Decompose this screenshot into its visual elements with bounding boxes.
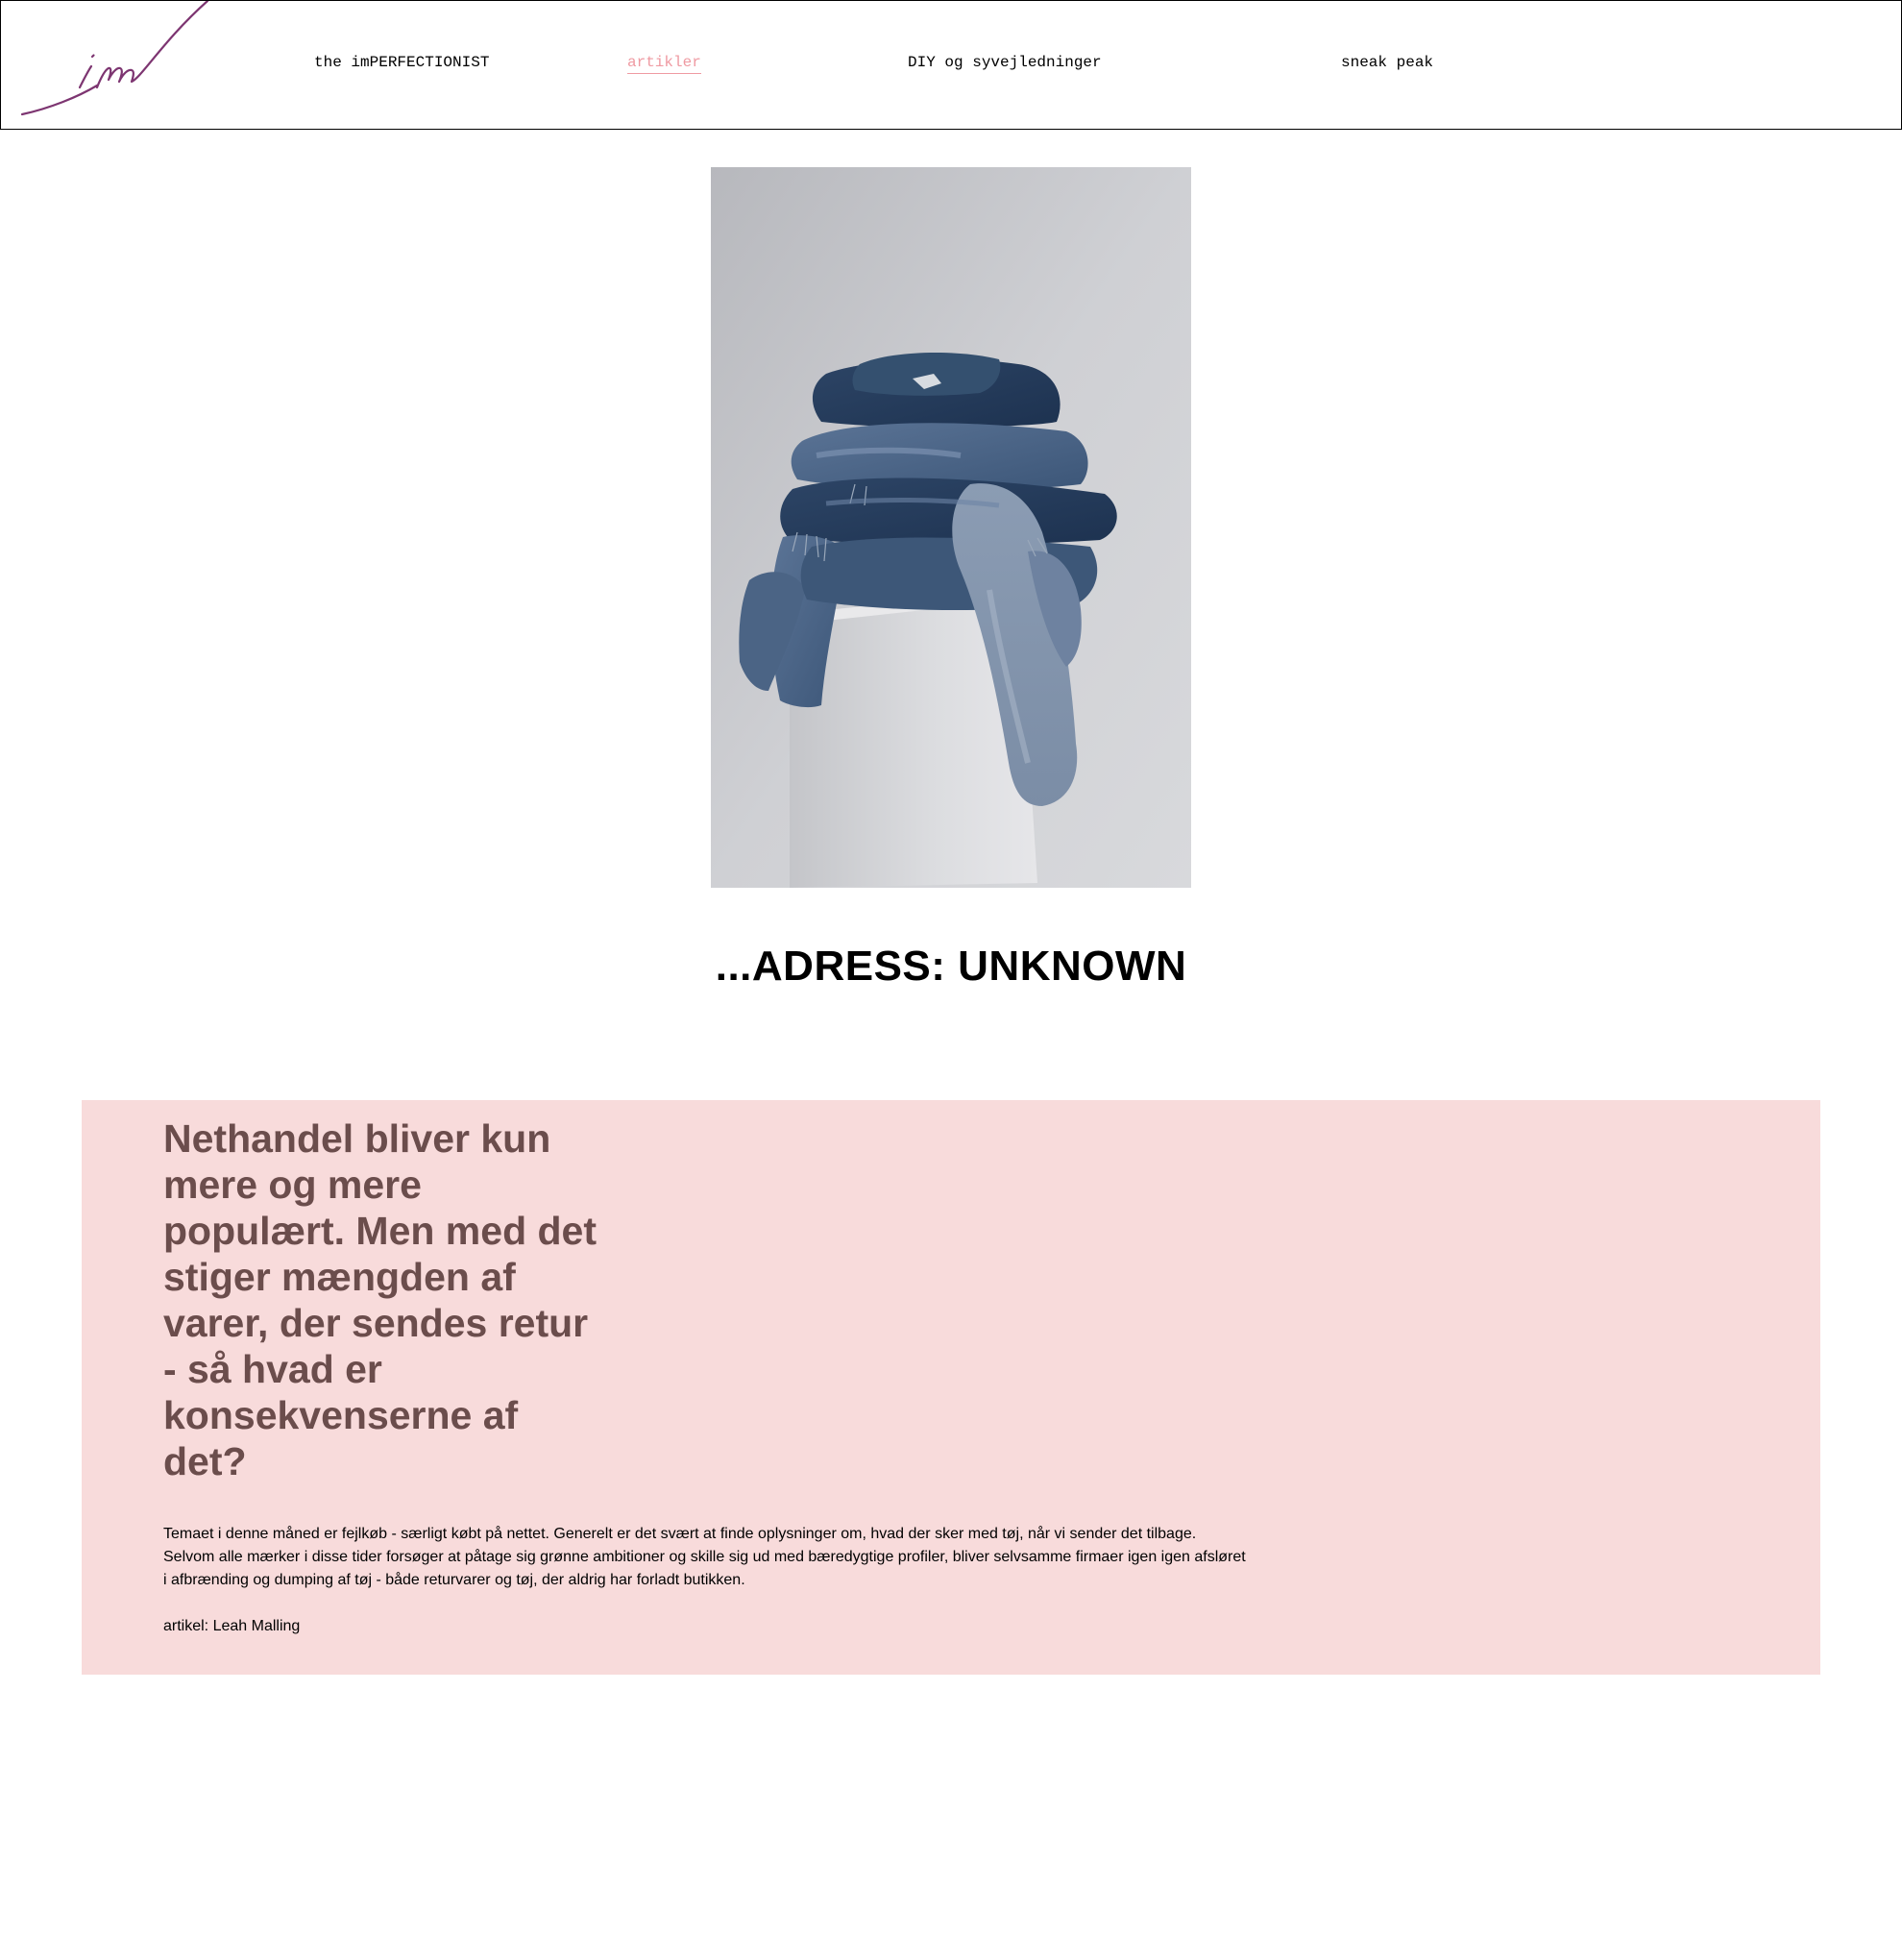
- nav-link-imperfectionist[interactable]: the imPERFECTIONIST: [314, 52, 489, 73]
- article-title: ...ADRESS: UNKNOWN: [715, 943, 1187, 990]
- logo-home-link[interactable]: [20, 1, 212, 120]
- nav-link-diy[interactable]: DIY og syvejledninger: [908, 52, 1102, 73]
- article-lede: Nethandel bliver kun mere og mere populæ…: [163, 1116, 597, 1483]
- site-header: the imPERFECTIONIST artikler DIY og syve…: [0, 0, 1902, 130]
- article-intro-panel: Nethandel bliver kun mere og mere populæ…: [82, 1100, 1820, 1675]
- nav-link-sneak-peak[interactable]: sneak peak: [1341, 52, 1433, 73]
- article-body-text: Temaet i denne måned er fejlkøb - særlig…: [163, 1526, 1246, 1588]
- article-byline: artikel: Leah Malling: [163, 1618, 301, 1634]
- hero-image: [711, 167, 1191, 888]
- nav-link-artikler[interactable]: artikler: [627, 52, 701, 74]
- jeans-pile-photo-icon: [711, 167, 1191, 888]
- im-signature-logo-icon: [20, 1, 209, 116]
